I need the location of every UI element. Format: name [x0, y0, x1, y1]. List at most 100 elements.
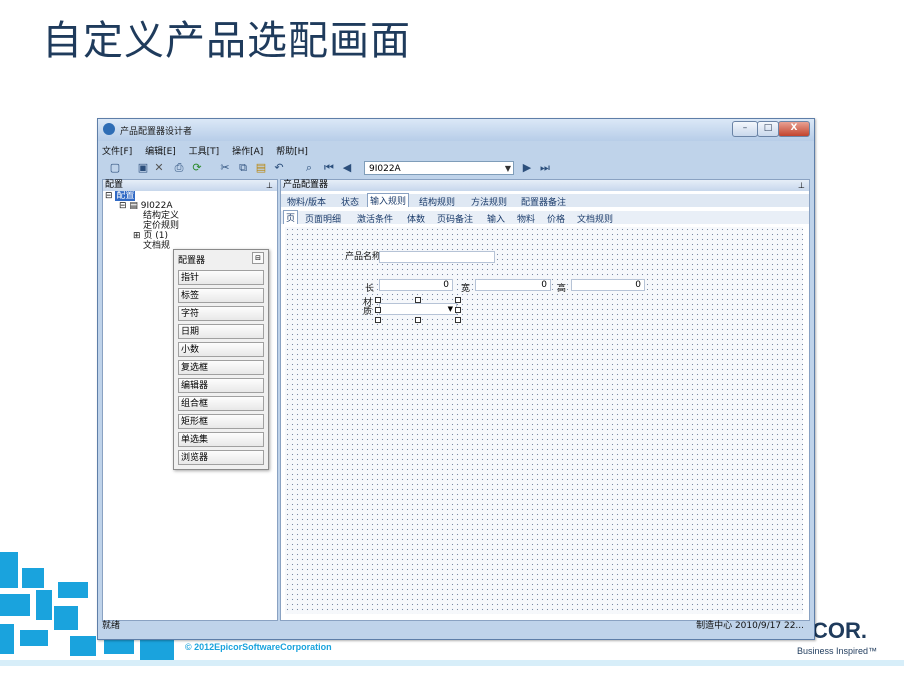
tree-node-root[interactable]: ⊟ 配置: [103, 191, 277, 201]
tab-body[interactable]: 体数: [407, 212, 425, 225]
tab-structure-rules[interactable]: 结构规则: [419, 195, 455, 208]
prev-record-icon[interactable]: ◀: [340, 161, 354, 175]
pane-title: 配置: [105, 180, 124, 190]
save-icon[interactable]: ▣: [136, 161, 150, 175]
toolbox-title: 配置器: [178, 256, 206, 266]
tab-page[interactable]: 页: [283, 210, 299, 224]
tool-checkbox[interactable]: 复选框: [178, 360, 264, 375]
logo-tagline: Business Inspired™: [797, 646, 878, 656]
menu-bar: 文件[F] 编辑[E] 工具[T] 操作[A] 帮助[H]: [102, 144, 810, 158]
main-tabs: 物料/版本 状态 输入规则 结构规则 方法规则 配置器备注: [281, 193, 809, 208]
product-name-field[interactable]: [379, 251, 495, 263]
pane-header: 配置 ⊥: [103, 180, 277, 191]
tool-combobox[interactable]: 组合框: [178, 396, 264, 411]
tool-editor[interactable]: 编辑器: [178, 378, 264, 393]
tab-input-rules[interactable]: 输入规则: [367, 193, 410, 207]
resize-handle[interactable]: [375, 307, 381, 313]
pane-header: 产品配置器 ⊥: [281, 180, 809, 191]
length-field[interactable]: 0: [379, 279, 453, 291]
menu-tools[interactable]: 工具[T]: [189, 147, 220, 157]
tab-method-rules[interactable]: 方法规则: [471, 195, 507, 208]
tool-decimal[interactable]: 小数: [178, 342, 264, 357]
new-icon[interactable]: ▢: [108, 161, 122, 175]
title-bar[interactable]: 产品配置器设计者 – □ X: [98, 119, 814, 141]
menu-file[interactable]: 文件[F]: [102, 147, 132, 157]
chevron-down-icon[interactable]: ▼: [448, 305, 453, 313]
company-logo: COR.: [812, 618, 867, 643]
copy-icon[interactable]: ⧉: [236, 161, 250, 175]
tab-page-detail[interactable]: 页面明细: [305, 212, 341, 225]
tab-page-notes[interactable]: 页码备注: [437, 212, 473, 225]
tab-activation[interactable]: 激活条件: [357, 212, 393, 225]
status-bar: 就绪 制造中心 2010/9/17 22...: [102, 620, 810, 633]
next-record-icon[interactable]: ▶: [520, 161, 534, 175]
resize-handle[interactable]: [415, 317, 421, 323]
cut-icon[interactable]: ✂: [218, 161, 232, 175]
pin-icon[interactable]: ⊥: [798, 180, 805, 191]
paste-icon[interactable]: ▤: [254, 161, 268, 175]
attach-icon[interactable]: ⎙: [172, 161, 186, 175]
last-record-icon[interactable]: ⏭: [538, 161, 552, 175]
height-field[interactable]: 0: [571, 279, 645, 291]
tool-label[interactable]: 标签: [178, 288, 264, 303]
product-name-label: 产品名称: [345, 252, 382, 262]
tool-date[interactable]: 日期: [178, 324, 264, 339]
status-info: 制造中心 2010/9/17 22...: [696, 621, 804, 631]
close-icon[interactable]: ⊟: [252, 252, 264, 264]
resize-handle[interactable]: [455, 317, 461, 323]
maximize-button[interactable]: □: [757, 121, 779, 137]
tab-part-revision[interactable]: 物料/版本: [287, 195, 326, 208]
resize-handle[interactable]: [455, 297, 461, 303]
sub-tabs: 页 页面明细 激活条件 体数 页码备注 输入 物料 价格 文档规则: [281, 210, 809, 225]
slide-title: 自定义产品选配画面: [42, 18, 411, 64]
tree-node-part[interactable]: ⊟ ▤ 9I022A: [103, 201, 277, 211]
width-label: 宽: [461, 284, 471, 294]
resize-handle[interactable]: [375, 317, 381, 323]
part-combo[interactable]: 9I022A ▼: [364, 161, 514, 175]
delete-icon[interactable]: ✕: [152, 161, 166, 175]
tab-material[interactable]: 物料: [517, 212, 535, 225]
tool-pointer[interactable]: 指针: [178, 270, 264, 285]
control-toolbox: 配置器 ⊟ 指针 标签 字符 日期 小数 复选框 编辑器 组合框 矩形框 单选集…: [173, 249, 269, 470]
menu-actions[interactable]: 操作[A]: [232, 147, 263, 157]
design-canvas[interactable]: 产品名称 长 0 宽 0 高 0 材质 ▼: [285, 227, 803, 614]
pin-icon[interactable]: ⊥: [266, 180, 273, 191]
close-button[interactable]: X: [778, 121, 810, 137]
part-combo-value: 9I022A: [369, 164, 401, 174]
tool-browser[interactable]: 浏览器: [178, 450, 264, 465]
material-combo[interactable]: ▼: [379, 303, 457, 315]
config-tree: ⊟ 配置 ⊟ ▤ 9I022A 结构定义 定价规则 ⊞ 页 (1) 文档规: [103, 191, 277, 251]
tab-input[interactable]: 输入: [487, 212, 505, 225]
first-record-icon[interactable]: ⏮: [322, 161, 336, 175]
menu-help[interactable]: 帮助[H]: [276, 147, 308, 157]
tab-doc-rules[interactable]: 文档规则: [577, 212, 613, 225]
tab-price[interactable]: 价格: [547, 212, 565, 225]
search-icon[interactable]: ⌕: [302, 161, 316, 175]
undo-icon[interactable]: ↶: [272, 161, 286, 175]
menu-edit[interactable]: 编辑[E]: [145, 147, 176, 157]
tool-character[interactable]: 字符: [178, 306, 264, 321]
status-text: 就绪: [102, 621, 121, 631]
tab-status[interactable]: 状态: [341, 195, 359, 208]
chevron-down-icon[interactable]: ▼: [505, 162, 511, 176]
window-title: 产品配置器设计者: [120, 127, 193, 137]
tree-node-structure[interactable]: 结构定义: [103, 211, 277, 221]
height-label: 高: [557, 284, 567, 294]
configurator-pane: 产品配置器 ⊥ 物料/版本 状态 输入规则 结构规则 方法规则 配置器备注 页 …: [280, 179, 810, 621]
material-label: 材质: [363, 298, 373, 317]
tool-radio-set[interactable]: 单选集: [178, 432, 264, 447]
tree-node-pricing[interactable]: 定价规则: [103, 221, 277, 231]
resize-handle[interactable]: [415, 297, 421, 303]
width-field[interactable]: 0: [475, 279, 551, 291]
resize-handle[interactable]: [455, 307, 461, 313]
minimize-button[interactable]: –: [732, 121, 758, 137]
app-icon: [103, 123, 115, 135]
tree-node-pages[interactable]: ⊞ 页 (1): [103, 231, 277, 241]
length-label: 长: [365, 284, 375, 294]
resize-handle[interactable]: [375, 297, 381, 303]
tab-configurator-notes[interactable]: 配置器备注: [521, 195, 566, 208]
copyright: © 2012EpicorSoftwareCorporation: [185, 642, 332, 652]
refresh-icon[interactable]: ⟳: [190, 161, 204, 175]
tool-rectangle[interactable]: 矩形框: [178, 414, 264, 429]
pane-title: 产品配置器: [283, 180, 329, 190]
